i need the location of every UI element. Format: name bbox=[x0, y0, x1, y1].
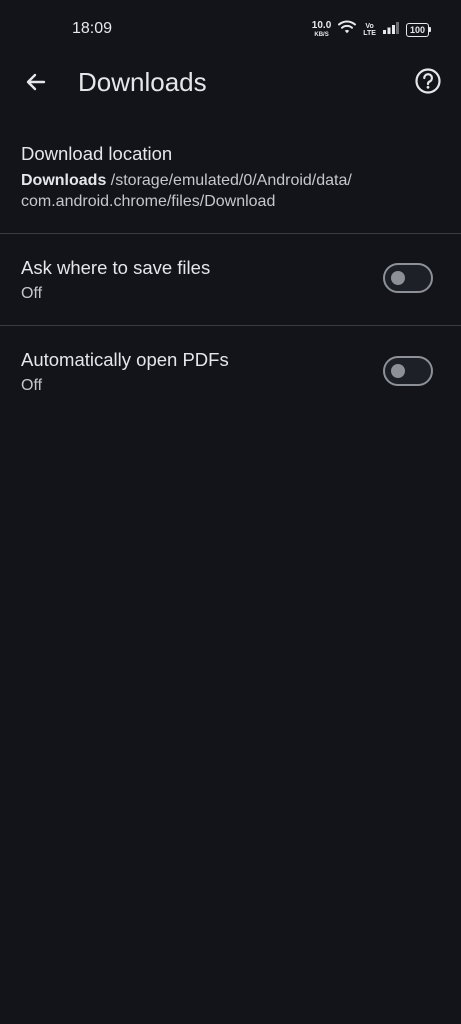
status-icons: 10.0 KB/S Vo LTE 100 bbox=[312, 20, 431, 39]
toggle-thumb bbox=[391, 364, 405, 378]
network-speed: 10.0 KB/S bbox=[311, 20, 332, 39]
ask-where-title: Ask where to save files bbox=[21, 257, 211, 278]
network-speed-value: 10.0 bbox=[311, 20, 332, 31]
auto-open-pdfs-summary: Off bbox=[21, 377, 43, 394]
status-time: 18:09 bbox=[72, 20, 113, 37]
help-circle-icon bbox=[414, 67, 442, 100]
arrow-back-icon bbox=[24, 70, 48, 99]
battery-level: 100 bbox=[405, 22, 429, 37]
download-location-summary: Downloads /storage/emulated/0/Android/da… bbox=[21, 170, 352, 212]
toggle-thumb bbox=[391, 271, 405, 285]
ask-where-toggle[interactable] bbox=[383, 263, 433, 293]
battery-tip bbox=[429, 27, 431, 32]
download-location-path-line1: Downloads /storage/emulated/0/Android/da… bbox=[21, 170, 352, 191]
volte-icon: Vo LTE bbox=[363, 23, 376, 37]
volte-top: Vo bbox=[365, 22, 374, 30]
signal-icon bbox=[382, 21, 399, 39]
status-bar: 18:09 10.0 KB/S Vo LTE 100 bbox=[0, 0, 461, 58]
download-location-path-line2: com.android.chrome/files/Download bbox=[21, 193, 276, 210]
download-location-path-start: /storage/emulated/0/Android/data/ bbox=[106, 172, 352, 189]
auto-open-pdfs-title: Automatically open PDFs bbox=[21, 349, 229, 370]
download-location-title: Download location bbox=[21, 143, 173, 164]
volte-bottom: LTE bbox=[363, 29, 376, 37]
pref-auto-open-pdfs[interactable]: Automatically open PDFs Off bbox=[0, 326, 461, 417]
battery-icon: 100 bbox=[405, 22, 431, 37]
download-location-folder: Downloads bbox=[21, 172, 107, 189]
app-bar: Downloads bbox=[0, 58, 461, 108]
pref-download-location[interactable]: Download location Downloads /storage/emu… bbox=[0, 120, 461, 233]
back-button[interactable] bbox=[20, 68, 52, 100]
page-title: Downloads bbox=[78, 67, 207, 97]
pref-ask-where-to-save[interactable]: Ask where to save files Off bbox=[0, 234, 461, 325]
help-button[interactable] bbox=[413, 67, 443, 100]
wifi-icon bbox=[338, 20, 357, 39]
ask-where-summary: Off bbox=[21, 285, 43, 302]
auto-open-pdfs-toggle[interactable] bbox=[383, 356, 433, 386]
network-speed-unit: KB/S bbox=[314, 32, 329, 38]
